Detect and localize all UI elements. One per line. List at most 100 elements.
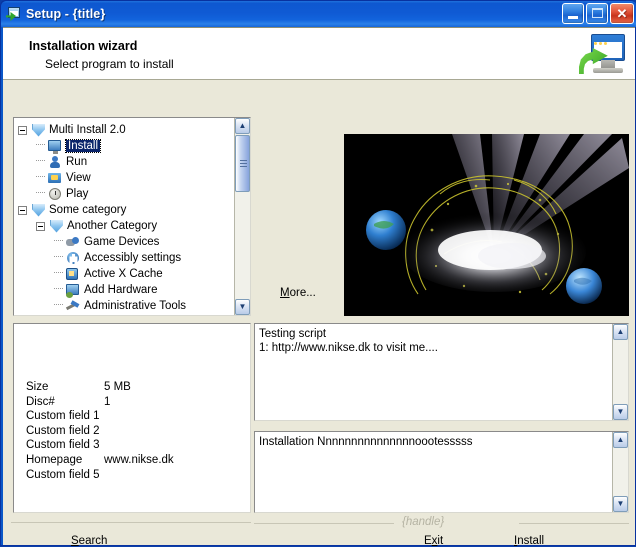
- add-hardware-icon: [65, 283, 81, 298]
- tree-connector-icon: [54, 304, 63, 306]
- close-icon: ✕: [616, 6, 628, 21]
- exit-rest: it: [437, 535, 444, 547]
- tree-item-add-hardware[interactable]: Add Hardware: [18, 282, 233, 298]
- search-button[interactable]: Search: [71, 535, 107, 547]
- tree-item-view[interactable]: View: [18, 170, 233, 186]
- close-button[interactable]: ✕: [610, 3, 634, 24]
- install-rest: nstall: [517, 535, 545, 547]
- exit-pre: E: [424, 535, 432, 547]
- window-title-separator: -: [61, 7, 73, 21]
- tree-item-label: Add Hardware: [84, 284, 158, 296]
- tree-item-run[interactable]: Run: [18, 154, 233, 170]
- caption-buttons: ✕: [562, 3, 634, 24]
- clock-icon: [47, 187, 63, 202]
- tree-item-label: Install: [64, 139, 102, 153]
- install-monitor-arrow-icon: [579, 31, 627, 77]
- more-rest: ore...: [289, 287, 316, 299]
- shield-icon: [48, 219, 64, 234]
- tree-item-another-category[interactable]: Another Category: [18, 218, 233, 234]
- scroll-thumb[interactable]: [235, 135, 250, 192]
- tree-collapse-icon[interactable]: [18, 125, 27, 135]
- details-key: Custom field 1: [26, 410, 100, 423]
- tree-scrollbar[interactable]: ▲ ▼: [234, 118, 250, 315]
- monitor-icon: [47, 139, 63, 154]
- title-bar[interactable]: Setup - {title} ✕: [1, 1, 636, 27]
- preview-image-graphic: [344, 134, 629, 316]
- window-title: Setup - {title}: [26, 7, 105, 21]
- tree-connector-icon: [54, 256, 63, 258]
- notes-textbox[interactable]: Installation Nnnnnnnnnnnnnnnoootesssss ▲…: [254, 431, 629, 513]
- folder-search-icon: [47, 171, 63, 186]
- details-key: Custom field 5: [26, 468, 100, 481]
- tree-connector-icon: [36, 160, 45, 162]
- maximize-icon: [592, 8, 603, 18]
- scroll-down-button[interactable]: ▼: [235, 299, 250, 315]
- tree-connector-icon: [54, 240, 63, 242]
- more-button[interactable]: More...: [280, 287, 316, 299]
- more-accel: M: [280, 287, 290, 299]
- details-value: 5 MB: [104, 381, 131, 393]
- tree-item-label: View: [66, 172, 91, 184]
- tree-collapse-icon[interactable]: [18, 205, 27, 215]
- button-bar: Search Exit Install: [3, 523, 635, 547]
- program-tree[interactable]: Multi Install 2.0 Install Run View Play Some …: [13, 117, 251, 316]
- details-row: Disc# 1: [26, 395, 174, 410]
- admin-tools-icon: [65, 299, 81, 314]
- details-row: Custom field 1: [26, 409, 174, 424]
- details-value: www.nikse.dk: [104, 453, 174, 466]
- tree-item-active-x-cache[interactable]: Active X Cache: [18, 266, 233, 282]
- preview-image[interactable]: [344, 134, 629, 316]
- tree-connector-icon: [54, 272, 63, 274]
- script-text[interactable]: Testing script 1: http://www.nikse.dk to…: [255, 324, 611, 420]
- client-area: Installation wizard Select program to in…: [3, 27, 635, 547]
- details-row: Size 5 MB: [26, 380, 174, 395]
- minimize-button[interactable]: [562, 3, 584, 24]
- notes-text[interactable]: Installation Nnnnnnnnnnnnnnnoootesssss: [255, 432, 611, 512]
- maximize-button[interactable]: [586, 3, 608, 24]
- tree-connector-icon: [36, 144, 45, 146]
- details-row: Custom field 2: [26, 424, 174, 439]
- details-row: Homepage www.nikse.dk: [26, 453, 174, 468]
- notes-scroll-down-button[interactable]: ▼: [613, 496, 628, 512]
- script-textbox[interactable]: Testing script 1: http://www.nikse.dk to…: [254, 323, 629, 421]
- tree-item-administrative-tools[interactable]: Administrative Tools: [18, 298, 233, 314]
- script-scroll-down-button[interactable]: ▼: [613, 404, 628, 420]
- wizard-header: Installation wizard Select program to in…: [3, 28, 635, 80]
- tree-item-play[interactable]: Play: [18, 186, 233, 202]
- notes-scrollbar[interactable]: ▲ ▼: [612, 432, 628, 512]
- install-button[interactable]: Install: [514, 535, 544, 547]
- details-key: Custom field 2: [26, 424, 100, 437]
- details-key: Homepage: [26, 453, 83, 466]
- script-scroll-up-button[interactable]: ▲: [613, 324, 628, 340]
- details-value: 1: [104, 395, 111, 408]
- page-title: Installation wizard: [29, 39, 138, 53]
- details-row: Custom field 5: [26, 468, 174, 483]
- tree-item-multi-install-2-0[interactable]: Multi Install 2.0: [18, 122, 233, 138]
- tree-connector-icon: [36, 176, 45, 178]
- tree-item-label: Administrative Tools: [84, 300, 187, 312]
- tree-connector-icon: [54, 288, 63, 290]
- tree-item-game-devices[interactable]: Game Devices: [18, 234, 233, 250]
- exit-button[interactable]: Exit: [424, 535, 443, 547]
- search-accel: S: [71, 535, 79, 547]
- window-title-prefix: Setup: [26, 7, 62, 21]
- tree-item-install[interactable]: Install: [18, 138, 233, 154]
- tree-item-label: Another Category: [67, 220, 158, 232]
- tree-collapse-icon[interactable]: [36, 221, 45, 231]
- script-scrollbar[interactable]: ▲ ▼: [612, 324, 628, 420]
- page-subtitle: Select program to install: [45, 57, 174, 71]
- shield-icon: [30, 123, 46, 138]
- gamepad-icon: [65, 235, 81, 250]
- minimize-icon: [568, 16, 578, 19]
- notes-scroll-up-button[interactable]: ▲: [613, 432, 628, 448]
- tree-item-label: Game Devices: [84, 236, 160, 248]
- accessibility-icon: [65, 251, 81, 266]
- tree-item-accessibly-settings[interactable]: Accessibly settings: [18, 250, 233, 266]
- window-icon: [6, 6, 22, 22]
- shield-icon: [30, 203, 46, 218]
- scroll-up-button[interactable]: ▲: [235, 118, 250, 134]
- details-key: Disc#: [26, 395, 55, 408]
- tree-item-label: Multi Install 2.0: [49, 124, 126, 136]
- tree-item-some-category[interactable]: Some category: [18, 202, 233, 218]
- setup-window: Setup - {title} ✕ Installation wizard Se…: [0, 0, 636, 547]
